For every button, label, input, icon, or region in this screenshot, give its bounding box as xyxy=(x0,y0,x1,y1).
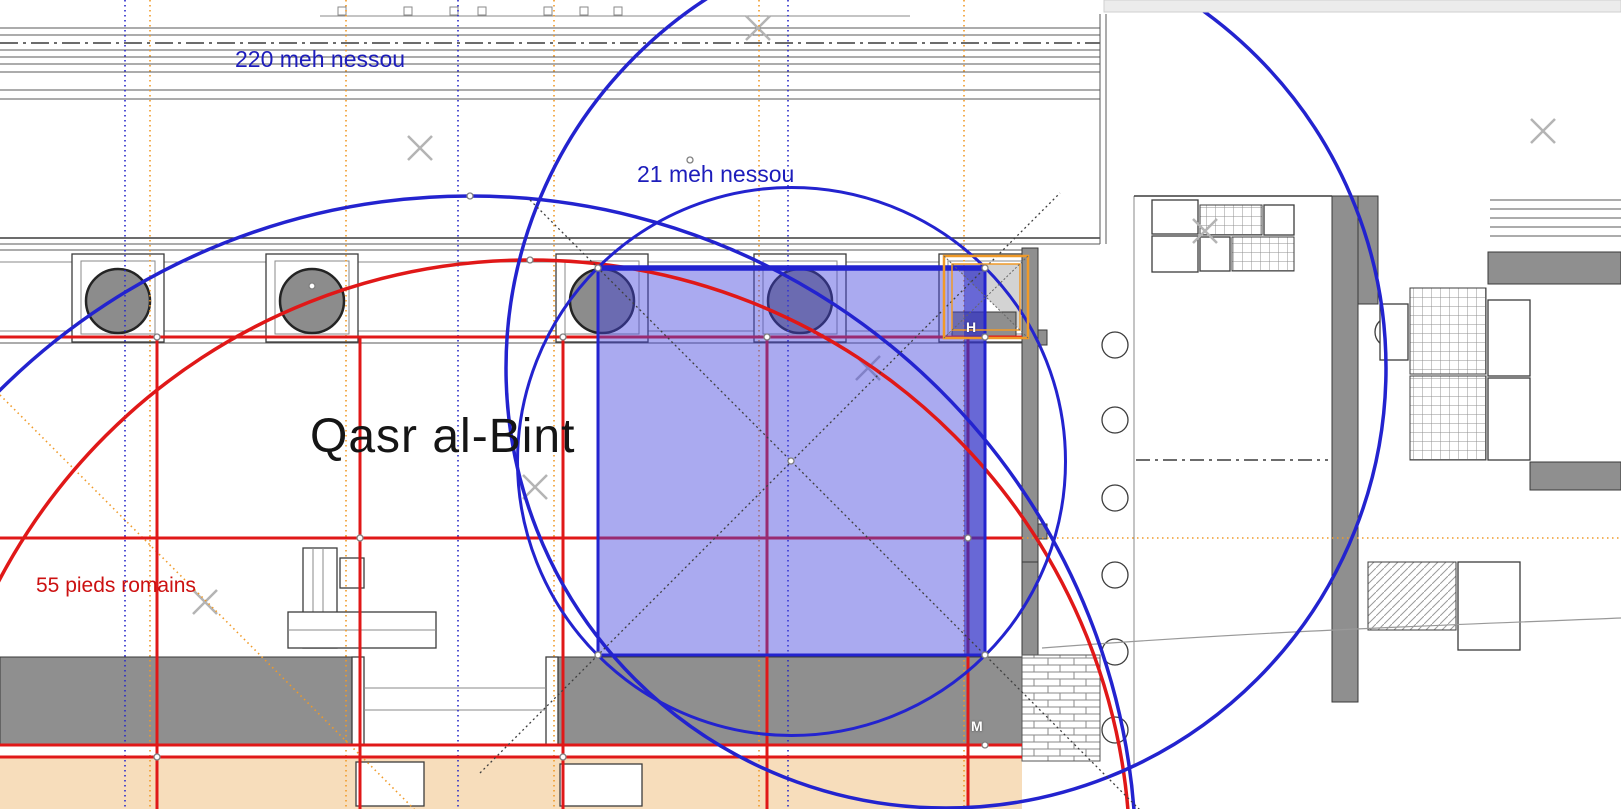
room-cluster-top xyxy=(1152,200,1294,272)
stone-masonry xyxy=(1022,655,1100,761)
site-name-label: Qasr al-Bint xyxy=(310,413,575,461)
point-label-h[interactable]: H xyxy=(966,320,976,334)
point-label-m[interactable]: M xyxy=(971,719,983,733)
horizontal-scrollbar[interactable] xyxy=(1104,0,1621,12)
entablature-lines xyxy=(0,7,1106,244)
dimension-label-220-meh-nessou: 220 meh nessou xyxy=(235,48,405,71)
street-colonnade-dots xyxy=(1102,332,1128,743)
geometry-canvas[interactable]: 220 meh nessou 21 meh nessou Qasr al-Bin… xyxy=(0,0,1621,809)
cella-interior-stair xyxy=(288,548,436,648)
plan-and-overlay-drawing xyxy=(0,0,1621,809)
cella-rear-walls xyxy=(0,657,1022,745)
column-2 xyxy=(266,254,358,342)
dimension-label-55-pieds-romains: 55 pieds romains xyxy=(36,575,196,596)
dimension-label-21-meh-nessou: 21 meh nessou xyxy=(637,163,794,186)
